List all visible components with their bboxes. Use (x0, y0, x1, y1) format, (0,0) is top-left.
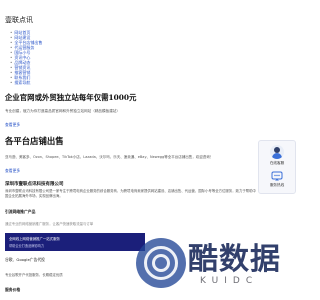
nav-item-search[interactable]: 搜索导航 (10, 80, 42, 85)
section-subtitle: 通过专业的网络营销推广服务，让客户快速获取流量与订单 (5, 222, 94, 226)
promo-banner-subheading: 帮助企业打造品牌影响力 (9, 244, 45, 248)
watermark-text: 酷数据 (188, 242, 281, 277)
floating-contact-panel: 在线客服 服务热线 (258, 140, 296, 194)
promo-banner-heading: 全网线上网络营销推广一站式服务 (9, 237, 60, 241)
company-description: 深圳市壹联点讯科技有限公司是一家专注于跨境电商企业服务的综合服务商，为跨境电商卖… (5, 189, 256, 198)
service-hotline-icon[interactable] (271, 171, 283, 181)
article-intro-website: 专业创建，赋力为你打造高品质官网和外贸独立站网站（精品模板建站） (5, 109, 120, 113)
watermark-swirl-icon (136, 238, 186, 288)
article-title-stores: 各平台店铺出售 (5, 136, 64, 146)
service-price-title: 服务价格 (5, 287, 21, 292)
article-title-website: 企业官网或外贸独立站每年仅需1000元 (5, 93, 137, 102)
view-more-link[interactable]: 查看更多 (5, 122, 20, 128)
page: 壹联点讯 网站首页 网站建设 全平台店铺出售 代运营服务 国际小号 资讯中心 品… (0, 0, 300, 300)
service-hotline-label[interactable]: 服务热线 (259, 183, 295, 188)
company-name: 深圳市壹联点讯科技有限公司 (5, 182, 64, 187)
watermark-logo: 酷数据 KUIDC (136, 232, 298, 300)
google-ads-title: 谷歌、Google广告代投 (5, 257, 45, 262)
view-more-link[interactable]: 查看更多 (5, 168, 20, 174)
site-brand[interactable]: 壹联点讯 (5, 15, 33, 25)
watermark-subtext: KUIDC (200, 276, 259, 286)
section-title: 引流网络推广产品 (5, 209, 36, 214)
google-ads-text: 专业谷歌开户代投服务，长期稳定优质 (5, 273, 63, 277)
promo-banner[interactable]: 全网线上网络营销推广一站式服务 帮助企业打造品牌影响力 (5, 233, 145, 251)
site-nav: 网站首页 网站建设 全平台店铺出售 代运营服务 国际小号 资讯中心 品牌动态 营… (10, 30, 42, 85)
platform-list-text: 亚马逊、美客多、Ozon、Shopee、TikTok小店、Lazada、沃尔玛、… (5, 155, 214, 159)
customer-service-avatar-icon[interactable] (270, 145, 284, 159)
online-service-label[interactable]: 在线客服 (259, 161, 295, 166)
